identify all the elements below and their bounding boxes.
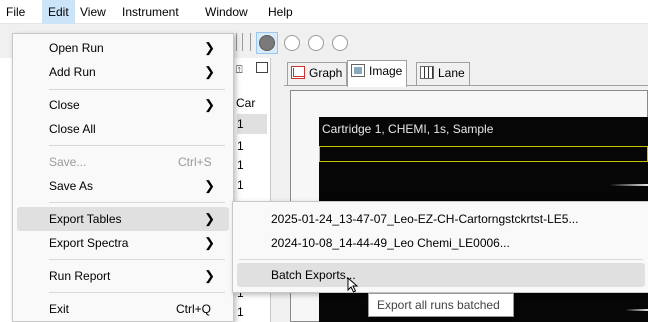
lane-icon <box>420 66 434 79</box>
menu-item-label: Run Report <box>49 269 111 283</box>
band-streak <box>625 309 648 311</box>
chevron-right-icon: ❯ <box>204 64 215 79</box>
chevron-right-icon: ❯ <box>204 235 215 250</box>
menu-item-add-run[interactable]: Add Run ❯ <box>17 60 229 84</box>
menu-shortcut: Ctrl+Q <box>176 302 212 316</box>
menu-instrument[interactable]: Instrument <box>116 0 185 24</box>
band-streak <box>609 184 648 186</box>
table-row[interactable]: 1 <box>237 136 267 156</box>
toolbar-separator <box>236 33 237 51</box>
menu-item-close[interactable]: Close ❯ <box>17 93 229 117</box>
submenu-item-run-1[interactable]: 2025-01-24_13-47-07_Leo-EZ-CH-Cartorngst… <box>237 207 645 231</box>
tab-label: Graph <box>309 66 343 80</box>
menu-separator <box>49 145 225 146</box>
column-header-cartridge[interactable]: Car <box>236 96 255 110</box>
toolbar-separator <box>242 33 243 51</box>
menu-separator <box>49 259 225 260</box>
submenu-item-batch-exports[interactable]: Batch Exports... <box>237 263 645 287</box>
menu-item-label: Close <box>49 98 80 112</box>
menu-item-save: Save... Ctrl+S <box>17 150 229 174</box>
chevron-right-icon: ❯ <box>204 40 215 55</box>
menu-help[interactable]: Help <box>262 0 299 24</box>
menu-item-label: Add Run <box>49 65 96 79</box>
image-icon <box>351 64 365 77</box>
lane-selection-box[interactable] <box>319 146 648 162</box>
filled-circle-icon <box>259 35 275 51</box>
toolbar-separator <box>250 33 251 51</box>
tab-label: Image <box>369 64 403 78</box>
menu-separator <box>49 292 225 293</box>
file-menu: Open Run ❯ Add Run ❯ Close ❯ Close All S… <box>12 33 234 322</box>
chevron-right-icon: ❯ <box>204 97 215 112</box>
menu-window[interactable]: Window <box>199 0 254 24</box>
chevron-right-icon: ❯ <box>204 211 215 226</box>
menu-shortcut: Ctrl+S <box>178 155 212 169</box>
menu-item-label: Save... <box>49 155 87 169</box>
menu-item-label: Exit <box>49 302 70 316</box>
panel-maximize-icon[interactable] <box>256 62 268 73</box>
panel-restore-icon[interactable]: ⍐ <box>236 64 243 77</box>
menu-item-label: Open Run <box>49 41 104 55</box>
submenu-item-run-2[interactable]: 2024-10-08_14-44-49_Leo Chemi_LE0006... <box>237 231 645 255</box>
menu-separator <box>49 89 225 90</box>
export-tables-submenu: 2025-01-24_13-47-07_Leo-EZ-CH-Cartorngst… <box>232 201 648 293</box>
submenu-item-label: Batch Exports... <box>271 268 356 282</box>
menu-file[interactable]: File <box>0 0 31 24</box>
menu-item-open-run[interactable]: Open Run ❯ <box>17 36 229 60</box>
menu-item-close-all[interactable]: Close All <box>17 117 229 141</box>
menu-item-run-report[interactable]: Run Report ❯ <box>17 264 229 288</box>
menu-item-label: Save As <box>49 179 94 193</box>
menu-item-export-spectra[interactable]: Export Spectra ❯ <box>17 231 229 255</box>
circle-toggle-1[interactable] <box>284 35 300 51</box>
tab-label: Lane <box>438 66 465 80</box>
table-row[interactable]: 1 <box>237 302 267 322</box>
menu-item-label: Close All <box>49 122 96 136</box>
table-row[interactable]: 1 <box>237 155 267 175</box>
submenu-item-label: 2025-01-24_13-47-07_Leo-EZ-CH-Cartorngst… <box>271 212 579 226</box>
chevron-right-icon: ❯ <box>204 178 215 193</box>
menu-bar: File Edit View Instrument Window Help <box>0 0 648 24</box>
menu-separator <box>49 202 225 203</box>
chevron-right-icon: ❯ <box>204 268 215 283</box>
menu-item-label: Export Spectra <box>49 236 129 250</box>
mouse-cursor-icon <box>347 277 359 293</box>
menu-edit[interactable]: Edit <box>42 0 75 24</box>
menu-separator <box>239 259 643 260</box>
graph-icon <box>291 66 305 79</box>
table-row[interactable]: 1 <box>237 175 267 195</box>
menu-item-export-tables[interactable]: Export Tables ❯ <box>17 207 229 231</box>
tab-graph[interactable]: Graph <box>287 62 348 85</box>
tooltip: Export all runs batched <box>368 293 514 317</box>
circle-toggle-3[interactable] <box>332 35 348 51</box>
circle-toggle-2[interactable] <box>308 35 324 51</box>
menu-item-exit[interactable]: Exit Ctrl+Q <box>17 297 229 321</box>
submenu-item-label: 2024-10-08_14-44-49_Leo Chemi_LE0006... <box>271 236 510 250</box>
tab-image[interactable]: Image <box>347 60 408 87</box>
menu-view[interactable]: View <box>74 0 112 24</box>
table-row[interactable]: 1 <box>237 114 267 134</box>
image-title: Cartridge 1, CHEMI, 1s, Sample <box>322 122 494 136</box>
menu-item-save-as[interactable]: Save As ❯ <box>17 174 229 198</box>
tab-lane[interactable]: Lane <box>416 62 470 85</box>
menu-item-label: Export Tables <box>49 212 122 226</box>
